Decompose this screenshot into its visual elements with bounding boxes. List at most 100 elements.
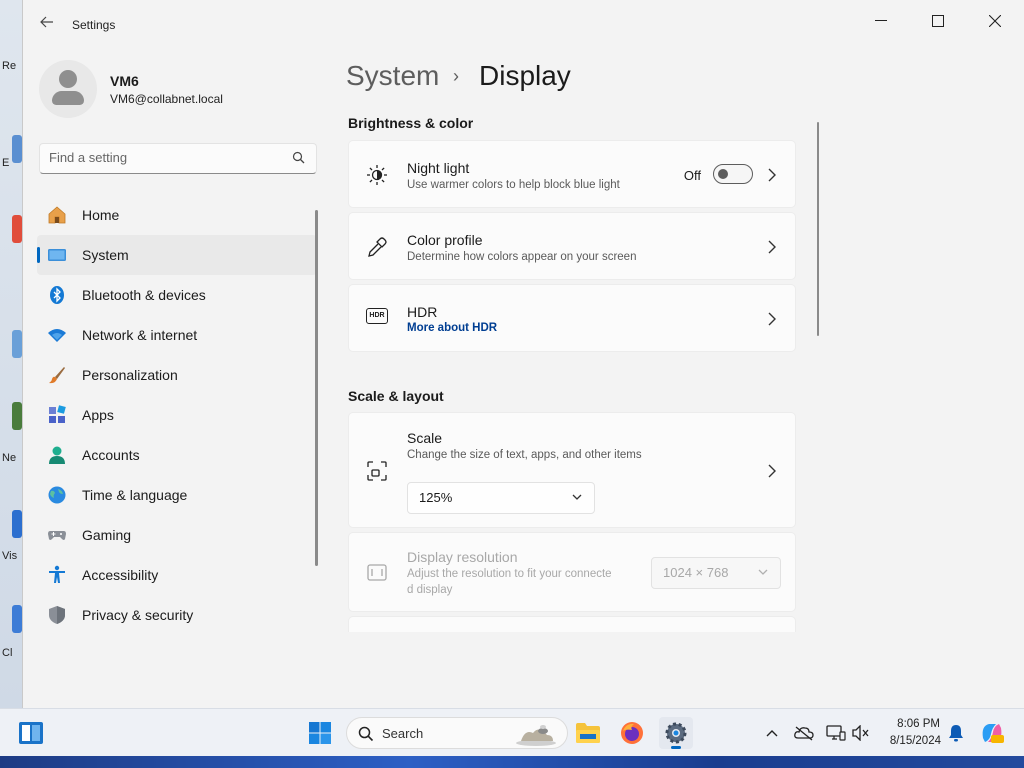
- settings-taskbar-button[interactable]: [659, 717, 693, 749]
- hdr-title: HDR: [407, 304, 438, 320]
- sidebar-item-label: Network & internet: [82, 327, 198, 343]
- sidebar-item-privacy[interactable]: Privacy & security: [37, 595, 317, 635]
- main-scrollbar[interactable]: [817, 122, 819, 336]
- sidebar-item-label: Time & language: [82, 487, 188, 503]
- desktop-label[interactable]: E: [2, 157, 9, 169]
- avatar[interactable]: [39, 60, 97, 118]
- globe-icon: [48, 486, 66, 504]
- copilot-button[interactable]: [975, 717, 1009, 749]
- chevron-right-icon: [768, 240, 776, 254]
- clock-time[interactable]: 8:06 PM: [897, 718, 940, 730]
- color-profile-title: Color profile: [407, 232, 483, 248]
- scale-title: Scale: [407, 430, 443, 446]
- desktop-icon[interactable]: [12, 402, 22, 430]
- desktop-label[interactable]: Ne: [2, 452, 16, 464]
- sidebar-item-system[interactable]: System: [37, 235, 317, 275]
- find-setting-search[interactable]: [39, 143, 317, 174]
- desktop-icon[interactable]: [12, 215, 22, 243]
- night-light-title: Night light: [407, 160, 470, 176]
- breadcrumb-parent[interactable]: System: [346, 60, 439, 92]
- desktop-edge: Re E Ne Vis Cl: [0, 0, 22, 708]
- file-explorer-button[interactable]: [571, 717, 605, 749]
- chevron-up-icon: [766, 730, 778, 737]
- sidebar-item-bluetooth[interactable]: Bluetooth & devices: [37, 275, 317, 315]
- display-resolution-card[interactable]: Display resolution Adjust the resolution…: [348, 532, 796, 612]
- sidebar-scrollbar[interactable]: [315, 210, 318, 566]
- show-hidden-icons-button[interactable]: [756, 717, 788, 749]
- section-heading-scale-layout: Scale & layout: [348, 388, 444, 404]
- sidebar-item-personalization[interactable]: Personalization: [37, 355, 317, 395]
- section-heading-brightness: Brightness & color: [348, 115, 474, 131]
- maximize-button[interactable]: [915, 6, 961, 36]
- accessibility-icon: [49, 565, 65, 583]
- breadcrumb-separator: ›: [453, 66, 459, 86]
- color-profile-card[interactable]: Color profile Determine how colors appea…: [348, 212, 796, 280]
- more-about-hdr-link[interactable]: More about HDR: [407, 322, 497, 334]
- taskbar-search[interactable]: Search: [346, 717, 568, 749]
- clock-date[interactable]: 8/15/2024: [890, 735, 941, 747]
- sidebar-item-label: Privacy & security: [82, 607, 194, 623]
- sidebar-item-label: Accounts: [82, 447, 140, 463]
- night-light-toggle[interactable]: [713, 164, 753, 184]
- volume-button[interactable]: [846, 717, 876, 749]
- minimize-button[interactable]: [858, 6, 904, 36]
- sidebar-item-label: Apps: [82, 407, 114, 423]
- hdr-card[interactable]: HDR HDR More about HDR: [348, 284, 796, 352]
- monitor-network-icon: [826, 725, 846, 741]
- maximize-icon: [932, 15, 944, 27]
- widgets-button[interactable]: [14, 717, 48, 749]
- sidebar-item-home[interactable]: Home: [37, 195, 317, 235]
- resolution-dropdown-value: 1024 × 768: [663, 565, 729, 580]
- firefox-button[interactable]: [615, 717, 649, 749]
- back-button[interactable]: [37, 14, 57, 34]
- scale-dropdown[interactable]: 125%: [407, 482, 595, 514]
- settings-window: Settings VM6 VM6@collabnet.local Home Sy…: [22, 0, 1024, 708]
- wifi-icon: [48, 329, 66, 342]
- night-light-card[interactable]: Night light Use warmer colors to help bl…: [348, 140, 796, 208]
- home-icon: [48, 206, 66, 224]
- search-icon: [292, 151, 305, 164]
- page-title: Display: [479, 60, 571, 91]
- chevron-right-icon: [768, 168, 776, 182]
- sidebar-item-time-language[interactable]: Time & language: [37, 475, 317, 515]
- desktop-label[interactable]: Re: [2, 60, 16, 72]
- sidebar-item-accounts[interactable]: Accounts: [37, 435, 317, 475]
- user-email: VM6@collabnet.local: [110, 92, 223, 106]
- desktop-label[interactable]: Vis: [2, 550, 17, 562]
- bell-icon: [949, 725, 963, 742]
- desktop-icon[interactable]: [12, 330, 22, 358]
- hdr-icon: HDR: [366, 308, 388, 324]
- sidebar-item-network[interactable]: Network & internet: [37, 315, 317, 355]
- close-button[interactable]: [972, 6, 1018, 36]
- desktop-icon[interactable]: [12, 510, 22, 538]
- notifications-button[interactable]: [942, 717, 970, 749]
- scale-card[interactable]: Scale Change the size of text, apps, and…: [348, 412, 796, 528]
- chevron-right-icon: [768, 312, 776, 326]
- cloud-offline-icon: [794, 726, 814, 741]
- desktop-icon[interactable]: [12, 135, 22, 163]
- eyedropper-icon: [368, 237, 387, 257]
- sidebar-item-gaming[interactable]: Gaming: [37, 515, 317, 555]
- next-setting-card-partial[interactable]: [348, 616, 796, 632]
- display-resolution-title: Display resolution: [407, 549, 518, 565]
- onedrive-button[interactable]: [788, 717, 820, 749]
- sidebar-item-apps[interactable]: Apps: [37, 395, 317, 435]
- taskbar: Search 8:06 PM 8/15/2024: [0, 708, 1024, 756]
- chevron-right-icon: [768, 464, 776, 478]
- desktop-icon[interactable]: [12, 605, 22, 633]
- desktop-label[interactable]: Cl: [2, 647, 12, 659]
- start-button[interactable]: [303, 717, 337, 749]
- folder-icon: [576, 723, 600, 743]
- display-resolution-subtitle-line1: Adjust the resolution to fit your connec…: [407, 568, 612, 580]
- scale-dropdown-value: 125%: [419, 490, 453, 505]
- search-icon: [358, 726, 374, 742]
- sidebar-item-label: Gaming: [82, 527, 132, 543]
- scale-icon: [367, 461, 387, 481]
- active-app-indicator: [671, 746, 681, 749]
- search-input[interactable]: [49, 150, 279, 165]
- sidebar-item-accessibility[interactable]: Accessibility: [37, 555, 317, 595]
- taskbar-search-label: Search: [382, 726, 424, 741]
- resolution-dropdown[interactable]: 1024 × 768: [651, 557, 781, 589]
- avatar-body: [52, 91, 84, 105]
- widgets-icon: [19, 722, 43, 744]
